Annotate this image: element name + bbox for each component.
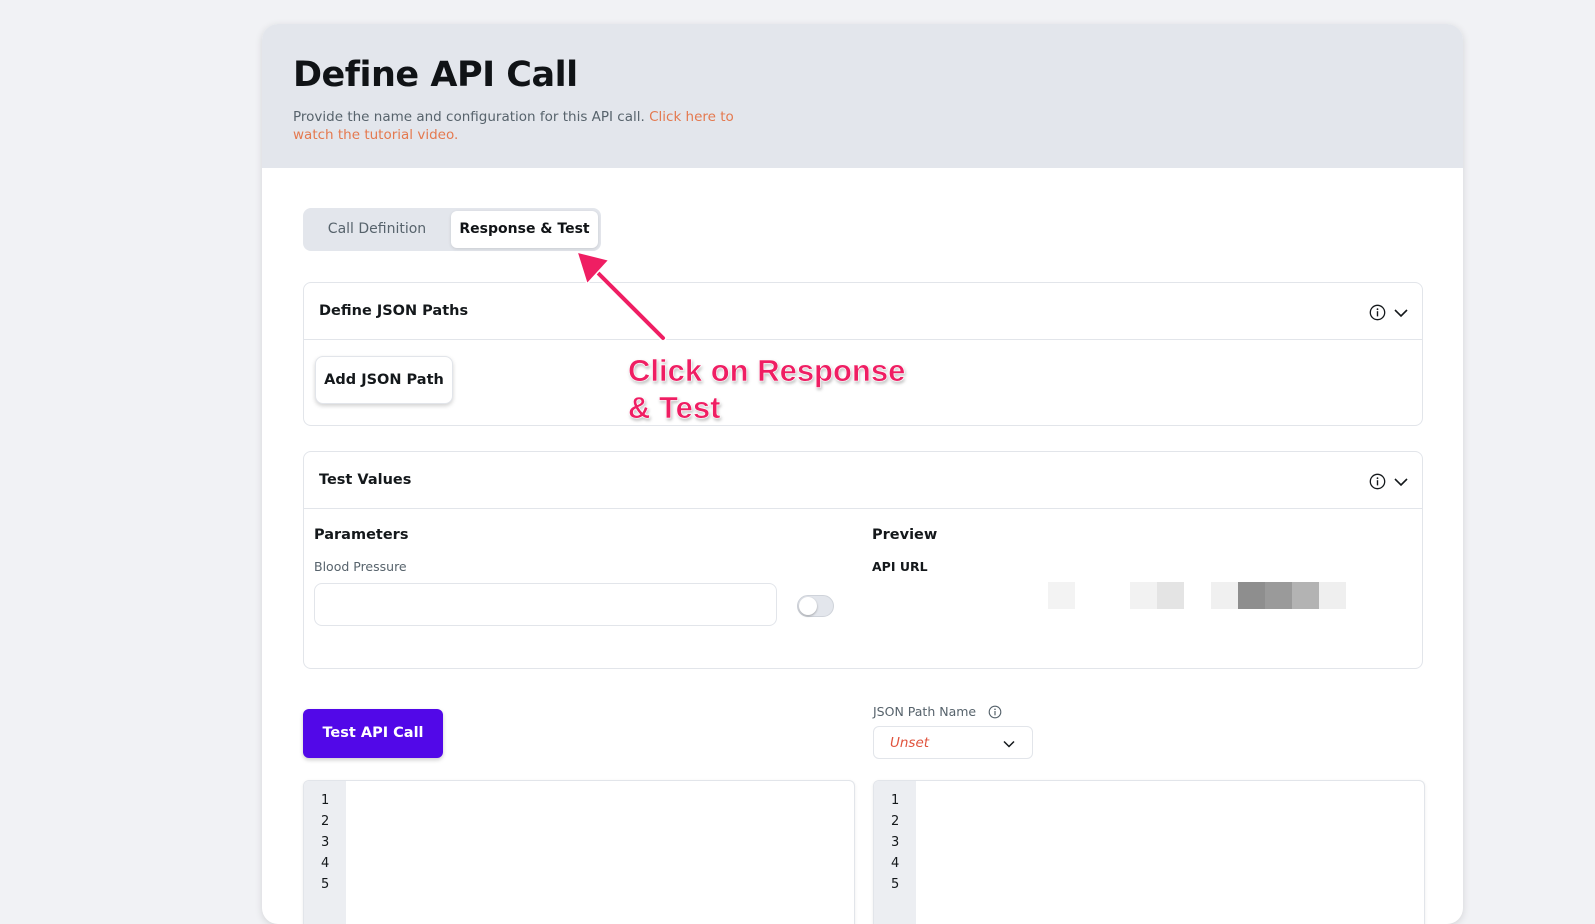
add-json-path-button[interactable]: Add JSON Path [315, 356, 453, 404]
subtitle-text: Provide the name and configuration for t… [293, 109, 645, 125]
test-values-panel: Test Values Parameters Blood Pressure Pr… [303, 451, 1423, 669]
info-icon[interactable] [988, 705, 1002, 719]
json-paths-title: Define JSON Paths [319, 303, 469, 319]
chevron-down-icon[interactable] [1393, 305, 1409, 321]
line-number: 1 [891, 793, 900, 808]
card-header: Define API Call Provide the name and con… [262, 24, 1463, 168]
line-number: 2 [321, 814, 330, 829]
line-number: 3 [321, 835, 330, 850]
test-api-call-button[interactable]: Test API Call [303, 709, 443, 758]
page-title: Define API Call [293, 55, 578, 95]
line-number-gutter: 1 2 3 4 5 [874, 781, 916, 924]
api-url-redacted [1048, 582, 1346, 609]
line-number: 4 [891, 856, 900, 871]
line-number: 4 [321, 856, 330, 871]
line-number: 1 [321, 793, 330, 808]
info-icon[interactable] [1369, 304, 1386, 321]
json-path-name-select[interactable]: Unset [873, 726, 1033, 759]
json-path-name-value: Unset [890, 735, 930, 751]
tab-bar: Call Definition Response & Test [303, 208, 601, 251]
line-number: 3 [891, 835, 900, 850]
tab-call-definition[interactable]: Call Definition [306, 211, 448, 248]
api-call-card: Define API Call Provide the name and con… [262, 24, 1463, 924]
line-number-gutter: 1 2 3 4 5 [304, 781, 346, 924]
annotation-text: Click on Response & Test [628, 353, 906, 426]
json-path-name-label: JSON Path Name [873, 704, 977, 719]
line-number: 2 [891, 814, 900, 829]
line-number: 5 [321, 877, 330, 892]
page-subtitle: Provide the name and configuration for t… [293, 108, 763, 144]
annotation-arrow-icon [575, 250, 667, 342]
chevron-down-icon [1003, 740, 1015, 748]
line-number: 5 [891, 877, 900, 892]
tab-response-test[interactable]: Response & Test [451, 211, 598, 248]
response-editor[interactable]: 1 2 3 4 5 [873, 780, 1425, 924]
json-paths-header[interactable]: Define JSON Paths [304, 283, 1422, 340]
request-editor[interactable]: 1 2 3 4 5 [303, 780, 855, 924]
